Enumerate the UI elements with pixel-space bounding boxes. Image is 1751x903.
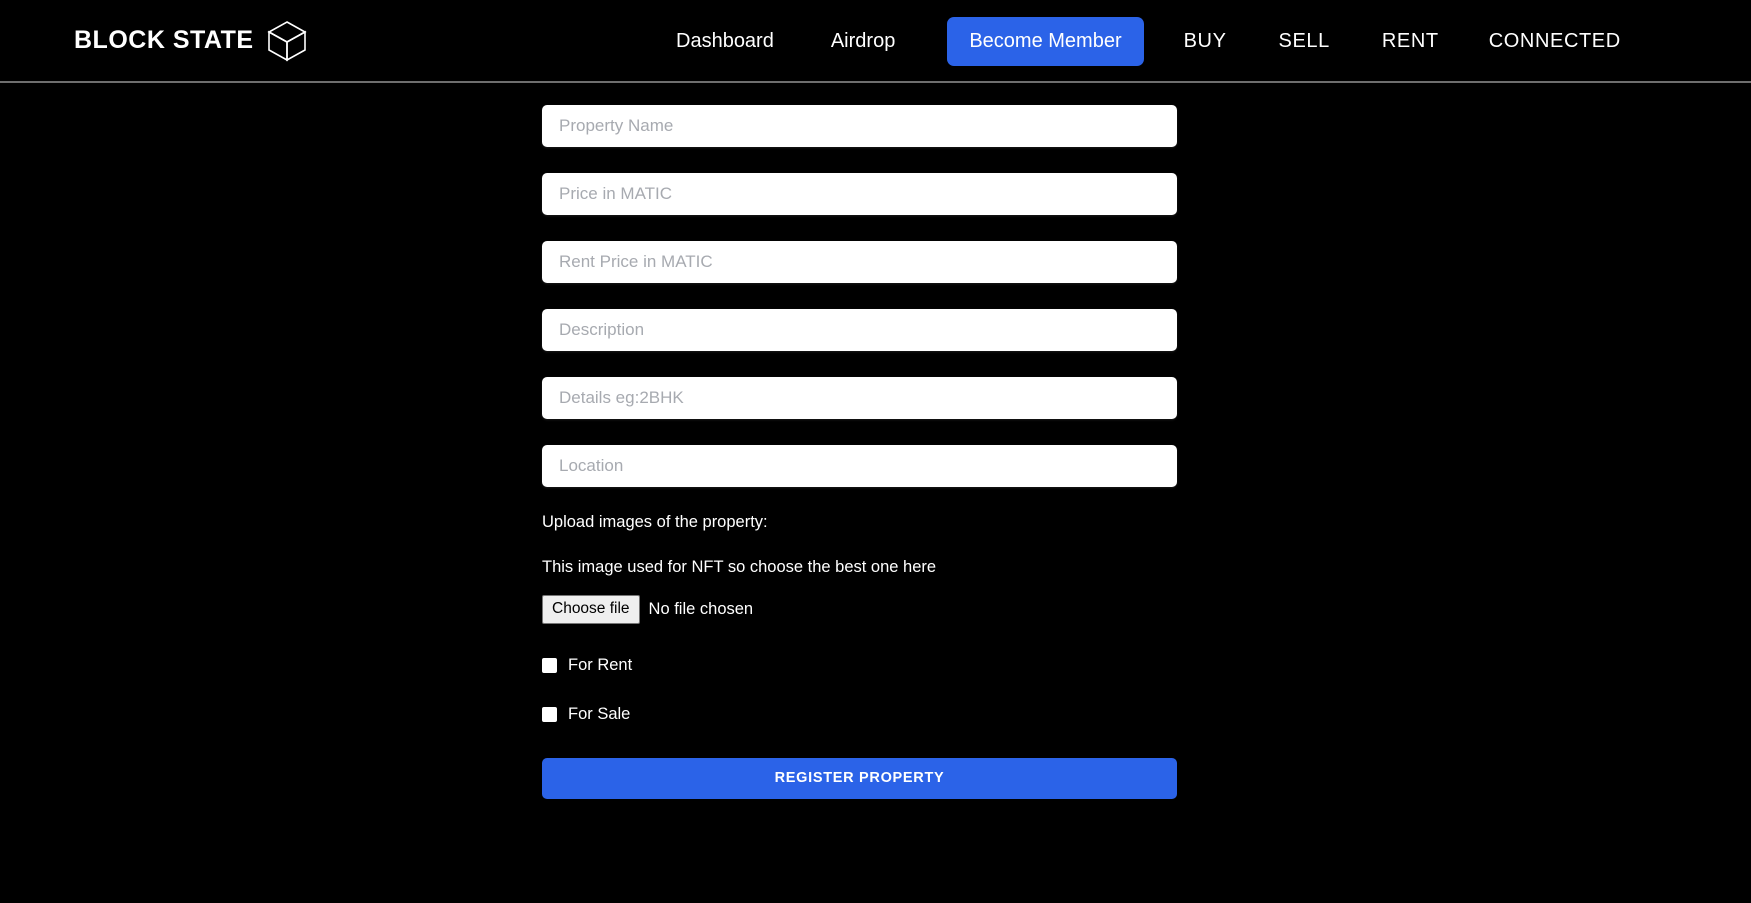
details-input[interactable] <box>542 377 1177 419</box>
for-sale-row[interactable]: For Sale <box>542 705 1177 724</box>
choose-file-button[interactable]: Choose file <box>542 595 640 624</box>
property-name-input[interactable] <box>542 105 1177 147</box>
upload-images-label: Upload images of the property: <box>542 513 768 531</box>
for-rent-checkbox[interactable] <box>542 657 557 673</box>
for-sale-label[interactable]: For Sale <box>568 705 630 724</box>
cube-icon <box>264 18 310 64</box>
price-matic-input[interactable] <box>542 173 1177 215</box>
nav-item-buy[interactable]: BUY <box>1184 30 1227 53</box>
nav-item-rent[interactable]: RENT <box>1382 30 1439 53</box>
nav-item-dashboard[interactable]: Dashboard <box>676 30 774 53</box>
for-sale-checkbox[interactable] <box>542 706 557 722</box>
nav-item-connected[interactable]: CONNECTED <box>1489 30 1621 53</box>
site-header: BLOCK STATE Dashboard Airdrop Become Mem… <box>0 0 1751 83</box>
brand-name: BLOCK STATE <box>74 26 254 54</box>
register-property-button[interactable]: REGISTER PROPERTY <box>542 757 1177 799</box>
brand-logo[interactable]: BLOCK STATE <box>74 18 310 64</box>
upload-nft-note: This image used for NFT so choose the be… <box>542 558 937 576</box>
description-input[interactable] <box>542 309 1177 351</box>
register-property-form: Upload images of the property: This imag… <box>542 105 1177 799</box>
main-navigation: Dashboard Airdrop Become Member BUY SELL… <box>676 0 1621 83</box>
nav-item-sell[interactable]: SELL <box>1279 30 1330 53</box>
nav-item-become-member[interactable]: Become Member <box>947 17 1144 66</box>
file-status-text: No file chosen <box>648 599 754 618</box>
location-input[interactable] <box>542 445 1177 487</box>
nav-item-airdrop[interactable]: Airdrop <box>831 30 895 53</box>
for-rent-label[interactable]: For Rent <box>568 656 632 675</box>
rent-price-matic-input[interactable] <box>542 241 1177 283</box>
file-input-row: Choose file No file chosen <box>542 595 1177 624</box>
for-rent-row[interactable]: For Rent <box>542 656 1177 675</box>
